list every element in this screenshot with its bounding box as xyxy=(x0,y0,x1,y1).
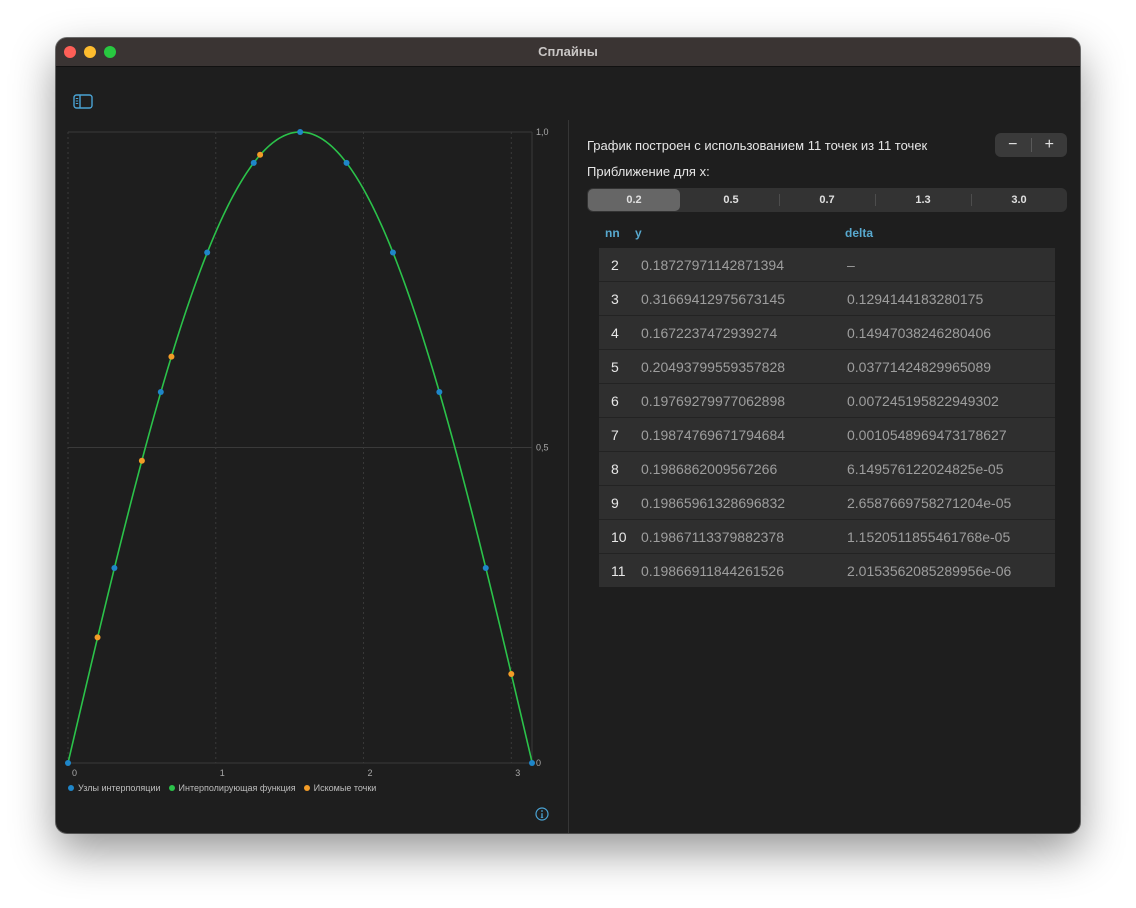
panel-divider[interactable] xyxy=(568,120,569,833)
target-point xyxy=(94,634,101,641)
cell-y: 0.1986862009567266 xyxy=(641,461,778,477)
interpolation-node-point xyxy=(157,388,164,395)
column-header-delta[interactable]: delta xyxy=(845,226,873,240)
table-row[interactable]: 8 0.1986862009567266 6.149576122024825e-05 xyxy=(599,452,1055,486)
legend-item: Интерполирующая функция xyxy=(168,783,296,793)
decrement-button[interactable]: − xyxy=(995,133,1031,157)
summary-text: График построен с использованием 11 точе… xyxy=(587,138,928,153)
table-row[interactable]: 2 0.18727971142871394 – xyxy=(599,248,1055,282)
legend-swatch xyxy=(303,785,310,791)
table-row[interactable]: 3 0.31669412975673145 0.1294144183280175 xyxy=(599,282,1055,316)
legend-swatch xyxy=(168,785,175,791)
legend-label: Узлы интерполяции xyxy=(78,783,161,793)
title-bar: Сплайны xyxy=(56,38,1080,67)
target-point xyxy=(508,671,515,678)
table-header: nn y delta xyxy=(599,226,1055,246)
y-tick-label: 0 xyxy=(536,758,541,768)
cell-y: 0.19867113379882378 xyxy=(641,529,785,545)
cell-nn: 6 xyxy=(611,393,619,409)
cell-nn: 2 xyxy=(611,257,619,273)
points-stepper[interactable]: − + xyxy=(995,133,1067,157)
spline-chart: 0 0,5 1,0 0 1 2 3 xyxy=(65,127,549,778)
segment-0-7[interactable]: 0.7 xyxy=(779,188,875,212)
cell-y: 0.19769279977062898 xyxy=(641,393,786,409)
interpolation-node-point xyxy=(436,388,443,395)
info-circle-icon xyxy=(535,807,549,821)
table-row[interactable]: 5 0.20493799559357828 0.03771424829965089 xyxy=(599,350,1055,384)
cell-delta: 6.149576122024825e-05 xyxy=(847,461,1004,477)
sidebar-toggle-icon xyxy=(73,94,93,109)
legend-swatch xyxy=(68,785,74,791)
legend-label: Искомые точки xyxy=(313,783,377,793)
target-point xyxy=(168,353,175,360)
cell-y: 0.31669412975673145 xyxy=(641,291,786,307)
target-point xyxy=(257,151,264,158)
cell-y: 0.20493799559357828 xyxy=(641,359,786,375)
table-row[interactable]: 6 0.19769279977062898 0.007245195822949302 xyxy=(599,384,1055,418)
column-header-y[interactable]: y xyxy=(635,226,642,240)
segment-0-2[interactable]: 0.2 xyxy=(588,189,680,211)
table-row[interactable]: 10 0.19867113379882378 1.1520511855461768e… xyxy=(599,520,1055,554)
cell-y: 0.1672237472939274 xyxy=(641,325,778,341)
interpolation-node-point xyxy=(250,159,257,166)
cell-y: 0.19865961328696832 xyxy=(641,495,786,511)
legend-item: Искомые точки xyxy=(303,783,377,793)
cell-delta: 0.007245195822949302 xyxy=(847,393,999,409)
y-tick-label: 0,5 xyxy=(536,443,549,453)
interpolation-node-point xyxy=(65,760,71,766)
cell-delta: 0.03771424829965089 xyxy=(847,359,992,375)
y-tick-label: 1,0 xyxy=(536,127,549,137)
app-window: Сплайны 0 0,5 1,0 0 1 2 3 Узлы интерполяции Инт… xyxy=(56,38,1080,833)
cell-y: 0.19874769671794684 xyxy=(641,427,786,443)
table-row[interactable]: 9 0.19865961328696832 2.6587669758271204e-… xyxy=(599,486,1055,520)
cell-nn: 11 xyxy=(611,563,626,579)
cell-delta: 0.1294144183280175 xyxy=(847,291,984,307)
cell-y: 0.18727971142871394 xyxy=(641,257,785,273)
sidebar-toggle-button[interactable] xyxy=(73,94,93,109)
cell-nn: 5 xyxy=(611,359,619,375)
cell-nn: 8 xyxy=(611,461,619,477)
cell-delta: 0.0010548969473178627 xyxy=(847,427,1007,443)
target-point xyxy=(138,457,145,464)
interpolation-node-point xyxy=(482,565,489,572)
x-tick-label: 2 xyxy=(368,768,373,778)
interpolation-node-point xyxy=(389,249,396,256)
legend-item: Узлы интерполяции xyxy=(68,783,161,793)
interpolation-node-point xyxy=(111,565,118,572)
cell-nn: 10 xyxy=(611,529,627,545)
segment-1-3[interactable]: 1.3 xyxy=(875,188,971,212)
column-header-nn[interactable]: nn xyxy=(605,226,620,240)
table-row[interactable]: 11 0.19866911844261526 2.0153562085289956e… xyxy=(599,554,1055,587)
cell-delta: 0.14947038246280406 xyxy=(847,325,992,341)
segment-3-0[interactable]: 3.0 xyxy=(971,188,1067,212)
x-tick-label: 3 xyxy=(515,768,520,778)
approximation-label: Приближение для x: xyxy=(587,164,710,179)
cell-delta: 1.1520511855461768e-05 xyxy=(847,529,1011,545)
x-tick-label: 1 xyxy=(220,768,225,778)
cell-delta: 2.0153562085289956e-06 xyxy=(847,563,1012,579)
chart-legend: Узлы интерполяции Интерполирующая функция… xyxy=(68,783,376,793)
interpolation-node-point xyxy=(297,129,304,135)
window-title: Сплайны xyxy=(538,44,598,59)
cell-delta: 2.6587669758271204e-05 xyxy=(847,495,1012,511)
cell-nn: 4 xyxy=(611,325,619,341)
segment-0-5[interactable]: 0.5 xyxy=(683,188,779,212)
chart-grid xyxy=(67,131,533,764)
interpolation-node-point xyxy=(529,760,535,766)
cell-y: 0.19866911844261526 xyxy=(641,563,785,579)
interpolation-node-point xyxy=(343,159,350,166)
cell-nn: 3 xyxy=(611,291,619,307)
cell-nn: 9 xyxy=(611,495,619,511)
increment-button[interactable]: + xyxy=(1032,133,1068,157)
cell-delta: – xyxy=(847,257,855,273)
info-button[interactable] xyxy=(535,807,549,821)
x-segmented-control[interactable]: 0.2 0.5 0.7 1.3 3.0 xyxy=(587,188,1067,212)
cell-nn: 7 xyxy=(611,427,619,443)
table-row[interactable]: 7 0.19874769671794684 0.001054896947317862… xyxy=(599,418,1055,452)
legend-label: Интерполирующая функция xyxy=(178,783,296,793)
table-row[interactable]: 4 0.1672237472939274 0.14947038246280406 xyxy=(599,316,1055,350)
results-table: 2 0.18727971142871394 – 3 0.3166941297567314… xyxy=(599,248,1055,587)
interpolation-node-point xyxy=(204,249,211,256)
x-tick-label: 0 xyxy=(72,768,77,778)
